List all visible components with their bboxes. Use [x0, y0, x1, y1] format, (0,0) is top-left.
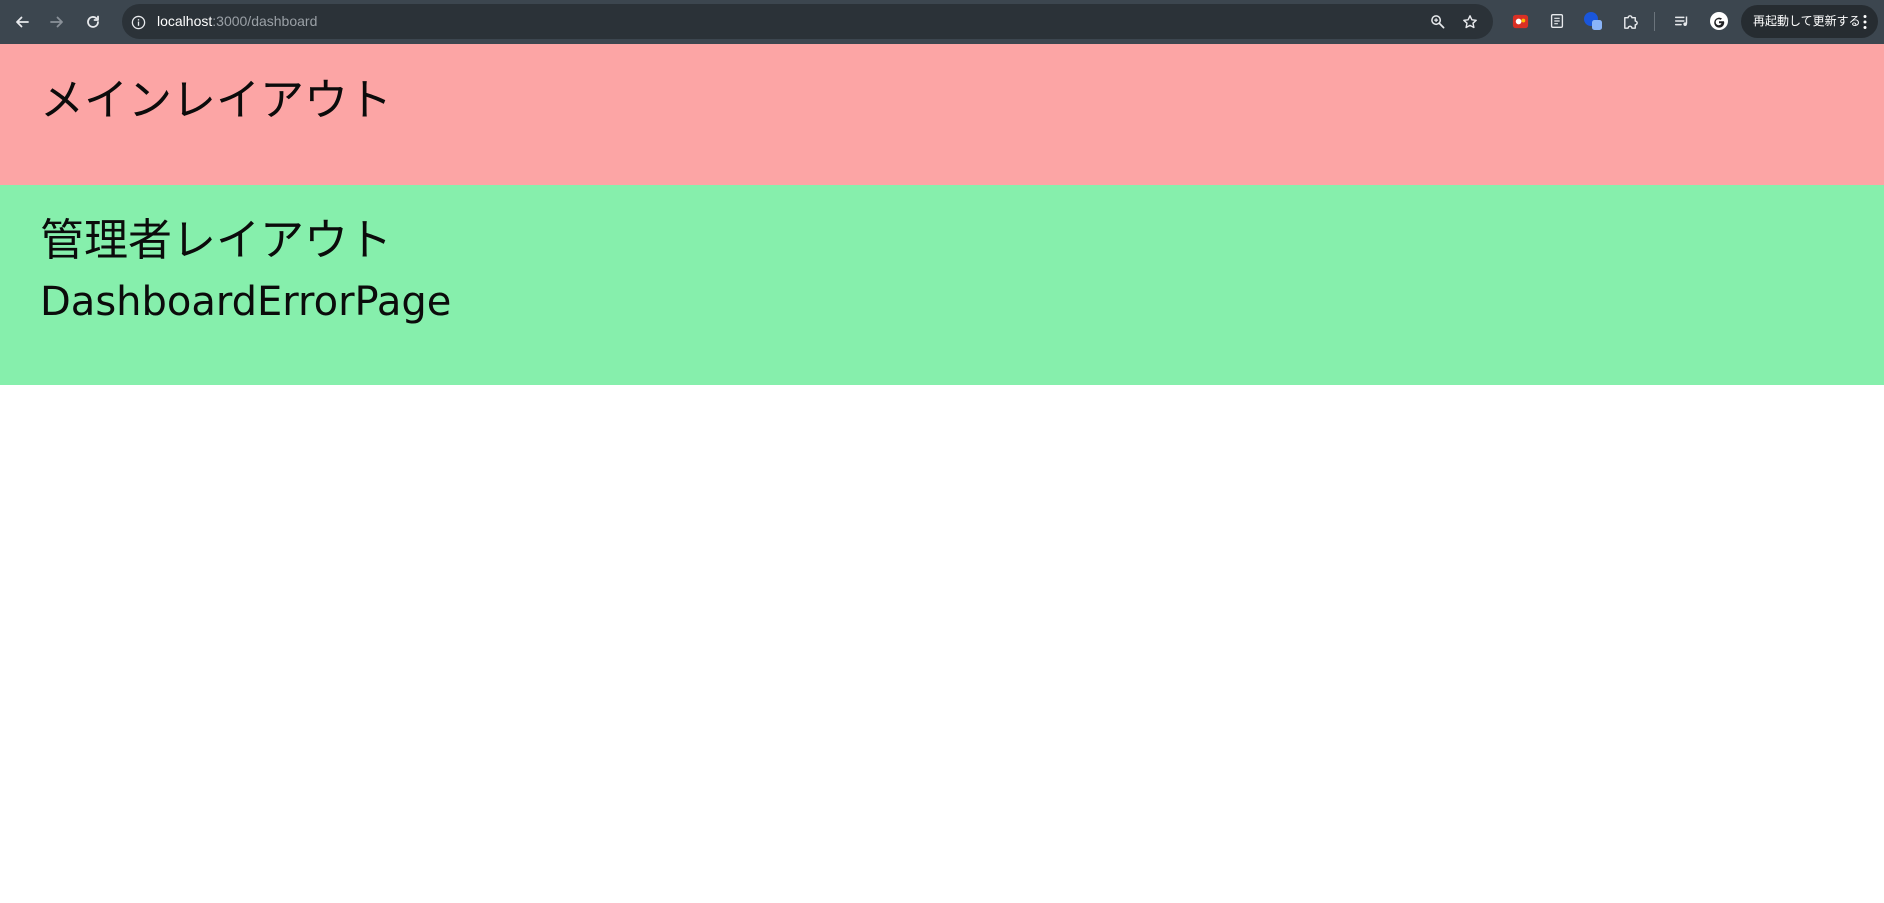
- toolbar-divider: [1654, 12, 1655, 31]
- restart-update-label: 再起動して更新する: [1753, 14, 1861, 28]
- url-text[interactable]: localhost:3000/dashboard: [157, 4, 317, 39]
- dashboard-error-text: DashboardErrorPage: [40, 279, 452, 325]
- main-layout-section: メインレイアウト: [0, 44, 1884, 185]
- main-layout-title: メインレイアウト: [40, 75, 392, 126]
- url-path: :3000/dashboard: [212, 13, 318, 29]
- reload-button[interactable]: [80, 9, 106, 35]
- extension-blue-icon[interactable]: [1582, 10, 1604, 32]
- info-icon[interactable]: [129, 13, 147, 31]
- forward-button[interactable]: [44, 9, 70, 35]
- extension-doc-icon[interactable]: [1546, 10, 1568, 32]
- puzzle-icon[interactable]: [1619, 10, 1641, 32]
- zoom-icon[interactable]: [1428, 12, 1447, 31]
- reload-icon: [87, 15, 99, 28]
- arrow-left-icon: [16, 16, 29, 28]
- url-host: localhost: [157, 13, 213, 29]
- google-account-icon[interactable]: [1708, 10, 1730, 32]
- star-icon[interactable]: [1460, 12, 1479, 31]
- restart-update-button[interactable]: 再起動して更新する: [1741, 5, 1878, 38]
- arrow-right-icon: [50, 16, 63, 28]
- kebab-menu-icon[interactable]: [1862, 14, 1868, 30]
- browser-toolbar: localhost:3000/dashboard 再起動して更新する: [0, 0, 1884, 44]
- page-content: メインレイアウト 管理者レイアウト DashboardErrorPage: [0, 44, 1884, 903]
- extension-red-icon[interactable]: [1509, 10, 1531, 32]
- address-bar[interactable]: localhost:3000/dashboard: [122, 4, 1493, 39]
- back-button[interactable]: [9, 9, 35, 35]
- admin-layout-section: 管理者レイアウト DashboardErrorPage: [0, 185, 1884, 385]
- admin-layout-title: 管理者レイアウト: [40, 215, 392, 266]
- media-icon[interactable]: [1671, 10, 1693, 32]
